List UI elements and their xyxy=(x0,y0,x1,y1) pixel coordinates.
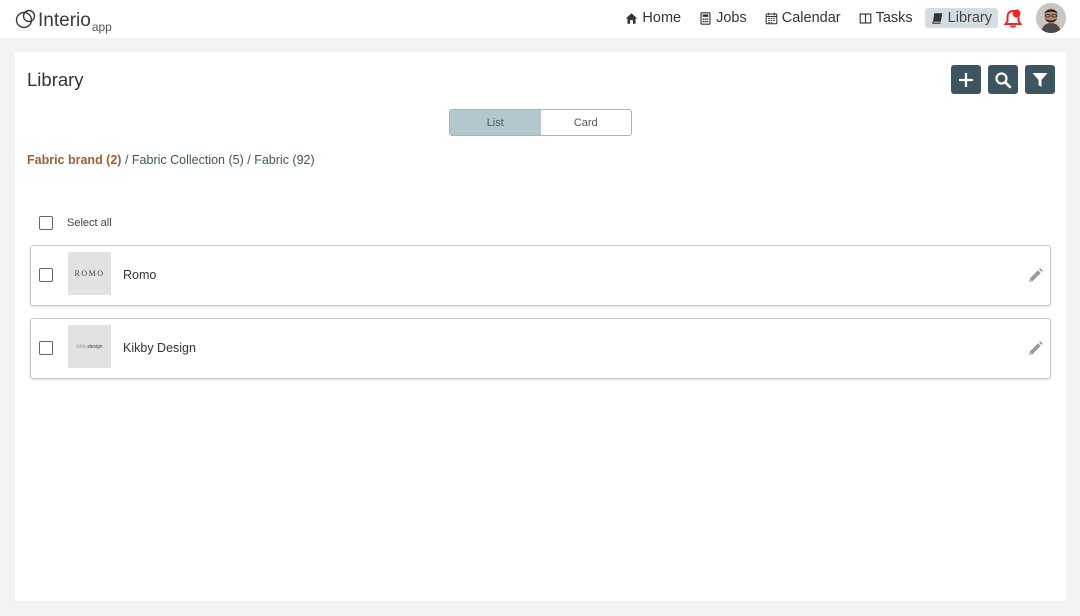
nav-library-label: Library xyxy=(947,10,992,26)
plus-icon xyxy=(959,72,973,87)
item-name: Kikby Design xyxy=(123,341,196,355)
breadcrumb-separator: / xyxy=(124,153,129,167)
brand-thumbnail: kikbydesign xyxy=(68,325,111,368)
brand-thumbnail: ROMO xyxy=(68,252,111,295)
view-list-option[interactable]: List xyxy=(450,110,541,135)
search-icon xyxy=(995,71,1012,88)
book-icon xyxy=(931,12,943,24)
user-avatar[interactable] xyxy=(1036,3,1066,33)
add-button[interactable] xyxy=(951,65,981,94)
nav-calendar-label: Calendar xyxy=(781,10,841,26)
filter-button[interactable] xyxy=(1025,65,1055,94)
view-toggle: List Card xyxy=(449,109,632,136)
breadcrumb: Fabric brand (2) / Fabric Collection (5)… xyxy=(27,153,315,167)
select-all-label: Select all xyxy=(67,217,112,229)
search-button[interactable] xyxy=(988,65,1018,94)
breadcrumb-current[interactable]: Fabric brand (2) xyxy=(27,153,121,167)
brand-logo-text-light: kikby xyxy=(76,343,88,350)
view-card-option[interactable]: Card xyxy=(541,110,632,135)
interio-logo-icon xyxy=(15,9,36,29)
nav-calendar[interactable]: Calendar xyxy=(759,8,847,28)
breadcrumb-fabric[interactable]: Fabric (92) xyxy=(254,153,314,167)
item-name: Romo xyxy=(123,268,157,282)
breadcrumb-separator: / xyxy=(247,153,251,167)
pencil-icon[interactable] xyxy=(1026,267,1044,285)
nav-tasks[interactable]: Tasks xyxy=(853,8,919,28)
nav-home-label: Home xyxy=(642,10,682,26)
library-panel: Library List Card Fabric brand (2) / Fab… xyxy=(15,52,1066,601)
calculator-icon xyxy=(700,11,711,25)
nav-library[interactable]: Library xyxy=(924,8,998,28)
nav-tasks-label: Tasks xyxy=(875,10,913,26)
select-all-checkbox[interactable] xyxy=(39,216,53,230)
bell-icon[interactable] xyxy=(1002,8,1024,30)
list-item[interactable]: ROMO Romo xyxy=(30,245,1051,306)
columns-icon xyxy=(859,12,871,24)
page-title: Library xyxy=(27,69,84,90)
brand-logo-text: ROMO xyxy=(74,269,105,278)
pencil-icon[interactable] xyxy=(1026,340,1044,358)
item-checkbox[interactable] xyxy=(39,341,53,355)
nav-jobs-label: Jobs xyxy=(716,10,747,26)
brand-logo-text: kikbydesign xyxy=(76,344,102,350)
app-brand-suffix: app xyxy=(91,20,112,34)
home-icon xyxy=(626,12,638,24)
app-brand-name: Interio xyxy=(38,10,91,31)
app-logo[interactable]: Interio app xyxy=(15,6,112,34)
user-photo-icon xyxy=(1036,3,1066,33)
select-all-control: Select all xyxy=(39,216,112,230)
item-checkbox[interactable] xyxy=(39,268,53,282)
breadcrumb-fabric-collection[interactable]: Fabric Collection (5) xyxy=(132,153,244,167)
top-navigation-bar: Interio app Home Jobs Calendar Tasks Lib… xyxy=(0,0,1080,38)
filter-icon xyxy=(1032,72,1048,87)
nav-home[interactable]: Home xyxy=(619,8,687,28)
nav-jobs[interactable]: Jobs xyxy=(693,8,753,28)
brand-logo-text-dark: design xyxy=(87,343,103,350)
list-item[interactable]: kikbydesign Kikby Design xyxy=(30,318,1051,379)
main-nav: Home Jobs Calendar Tasks Library xyxy=(613,8,998,28)
calendar-icon xyxy=(765,12,778,24)
